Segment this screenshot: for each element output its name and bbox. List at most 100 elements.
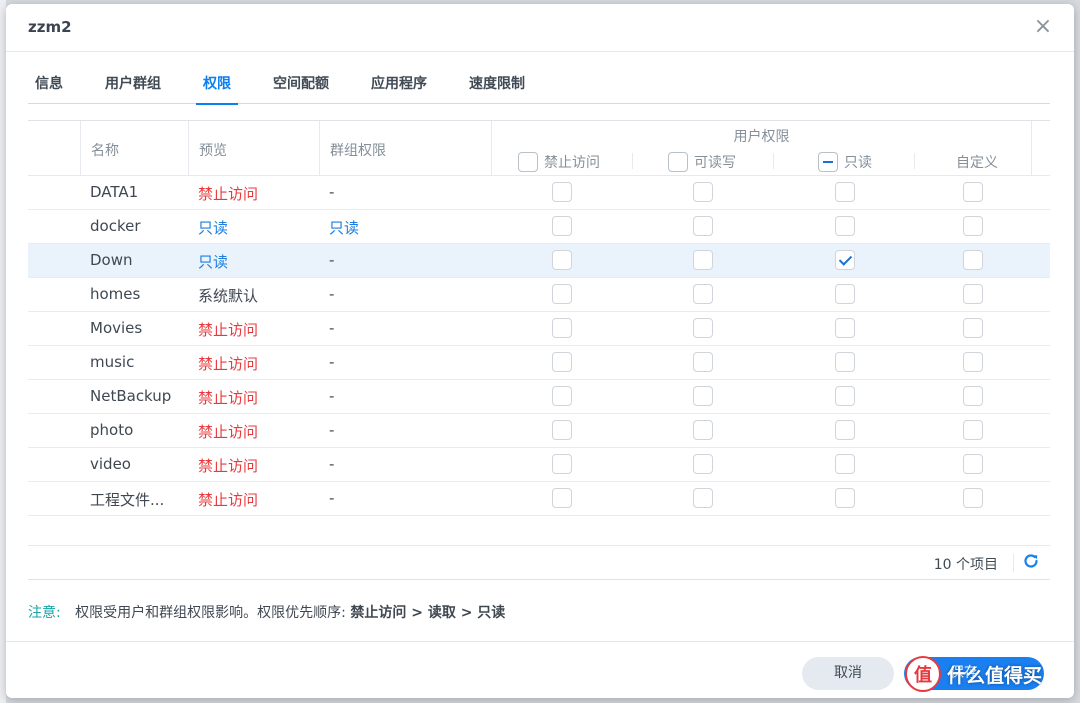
rw-checkbox[interactable] [693, 250, 713, 270]
row-name: 工程文件... [90, 491, 165, 509]
row-name: Movies [90, 319, 143, 337]
rw-checkbox[interactable] [693, 454, 713, 474]
row-name: DATA1 [90, 183, 139, 201]
rw-checkbox[interactable] [693, 216, 713, 236]
row-custom-cell [963, 182, 983, 206]
row-preview: 禁止访问 [198, 491, 259, 509]
deny-checkbox[interactable] [552, 420, 572, 440]
item-count: 10 个项目 [933, 557, 998, 573]
row-deny-cell [552, 216, 572, 240]
row-ro-cell [835, 216, 855, 240]
note-priority-order: 禁止访问 > 读取 > 只读 [350, 605, 506, 621]
table-row[interactable]: music 禁止访问 - [28, 346, 1050, 380]
table-row[interactable]: photo 禁止访问 - [28, 414, 1050, 448]
ro-checkbox[interactable] [835, 250, 855, 270]
row-deny-cell [552, 386, 572, 410]
custom-checkbox[interactable] [963, 420, 983, 440]
table-row[interactable]: homes 系统默认 - [28, 278, 1050, 312]
grid-header: 名称 预览 群组权限 用户权限 禁止访问 可读写 只读 自定义 [28, 121, 1050, 176]
row-preview: 禁止访问 [198, 457, 259, 475]
dialog-title: zzm2 [28, 18, 72, 36]
table-row[interactable]: docker 只读 只读 [28, 210, 1050, 244]
header-custom: 自定义 [950, 149, 998, 175]
row-name: homes [90, 285, 141, 303]
ro-checkbox[interactable] [835, 284, 855, 304]
table-row[interactable]: Down 只读 - [28, 244, 1050, 278]
rw-checkbox[interactable] [693, 488, 713, 508]
header-preview[interactable]: 预览 [188, 121, 319, 176]
deny-checkbox[interactable] [552, 216, 572, 236]
rw-checkbox[interactable] [693, 318, 713, 338]
deny-checkbox[interactable] [552, 454, 572, 474]
header-group-permission[interactable]: 群组权限 [319, 121, 491, 176]
header-name[interactable]: 名称 [80, 121, 189, 176]
tab-permissions[interactable]: 权限 [196, 64, 238, 105]
row-custom-cell [963, 284, 983, 308]
tab-speed-limit[interactable]: 速度限制 [462, 64, 532, 104]
ro-checkbox[interactable] [835, 488, 855, 508]
row-preview: 禁止访问 [198, 321, 259, 339]
ro-checkbox[interactable] [835, 216, 855, 236]
custom-checkbox[interactable] [963, 284, 983, 304]
table-row[interactable]: NetBackup 禁止访问 - [28, 380, 1050, 414]
row-rw-cell [693, 386, 713, 410]
rw-checkbox[interactable] [693, 352, 713, 372]
rw-checkbox[interactable] [693, 284, 713, 304]
permission-note: 注意: 权限受用户和群组权限影响。权限优先顺序: 禁止访问 > 读取 > 只读 [28, 602, 505, 622]
ro-checkbox[interactable] [835, 352, 855, 372]
row-ro-cell [835, 420, 855, 444]
row-group-permission: - [329, 251, 335, 269]
deny-checkbox[interactable] [552, 386, 572, 406]
refresh-icon[interactable] [1022, 552, 1040, 570]
row-deny-cell [552, 420, 572, 444]
close-icon[interactable]: × [1032, 16, 1054, 38]
deny-checkbox[interactable] [552, 318, 572, 338]
table-row[interactable]: DATA1 禁止访问 - [28, 176, 1050, 210]
tab-quota[interactable]: 空间配额 [266, 64, 336, 104]
header-deny-label: 禁止访问 [544, 155, 600, 171]
deny-checkbox[interactable] [552, 352, 572, 372]
header-group-permission-label: 群组权限 [330, 143, 386, 159]
row-deny-cell [552, 318, 572, 342]
header-divider [914, 153, 915, 169]
custom-checkbox[interactable] [963, 250, 983, 270]
ro-checkbox[interactable] [835, 420, 855, 440]
custom-checkbox[interactable] [963, 386, 983, 406]
custom-checkbox[interactable] [963, 318, 983, 338]
row-rw-cell [693, 318, 713, 342]
ro-checkbox[interactable] [835, 318, 855, 338]
row-ro-cell [835, 386, 855, 410]
rw-checkbox[interactable] [693, 182, 713, 202]
row-ro-cell [835, 250, 855, 274]
table-row[interactable]: Movies 禁止访问 - [28, 312, 1050, 346]
deny-checkbox[interactable] [552, 182, 572, 202]
tab-info[interactable]: 信息 [28, 64, 70, 104]
cancel-button[interactable]: 取消 [802, 657, 894, 690]
table-row[interactable]: video 禁止访问 - [28, 448, 1050, 482]
custom-checkbox[interactable] [963, 216, 983, 236]
row-ro-cell [835, 284, 855, 308]
deny-checkbox[interactable] [552, 284, 572, 304]
custom-checkbox[interactable] [963, 454, 983, 474]
ro-checkbox[interactable] [835, 386, 855, 406]
row-preview: 禁止访问 [198, 355, 259, 373]
table-row[interactable]: 工程文件... 禁止访问 - [28, 482, 1050, 516]
tab-user-groups[interactable]: 用户群组 [98, 64, 168, 104]
custom-checkbox[interactable] [963, 182, 983, 202]
row-deny-cell [552, 250, 572, 274]
ro-checkbox[interactable] [835, 454, 855, 474]
deny-all-checkbox[interactable] [518, 152, 538, 172]
rw-all-checkbox[interactable] [668, 152, 688, 172]
deny-checkbox[interactable] [552, 250, 572, 270]
deny-checkbox[interactable] [552, 488, 572, 508]
ro-checkbox[interactable] [835, 182, 855, 202]
rw-checkbox[interactable] [693, 420, 713, 440]
row-name: docker [90, 217, 141, 235]
rw-checkbox[interactable] [693, 386, 713, 406]
ro-all-checkbox[interactable] [818, 152, 838, 172]
custom-checkbox[interactable] [963, 488, 983, 508]
custom-checkbox[interactable] [963, 352, 983, 372]
row-deny-cell [552, 488, 572, 512]
row-preview: 系统默认 [198, 287, 259, 305]
tab-applications[interactable]: 应用程序 [364, 64, 434, 104]
